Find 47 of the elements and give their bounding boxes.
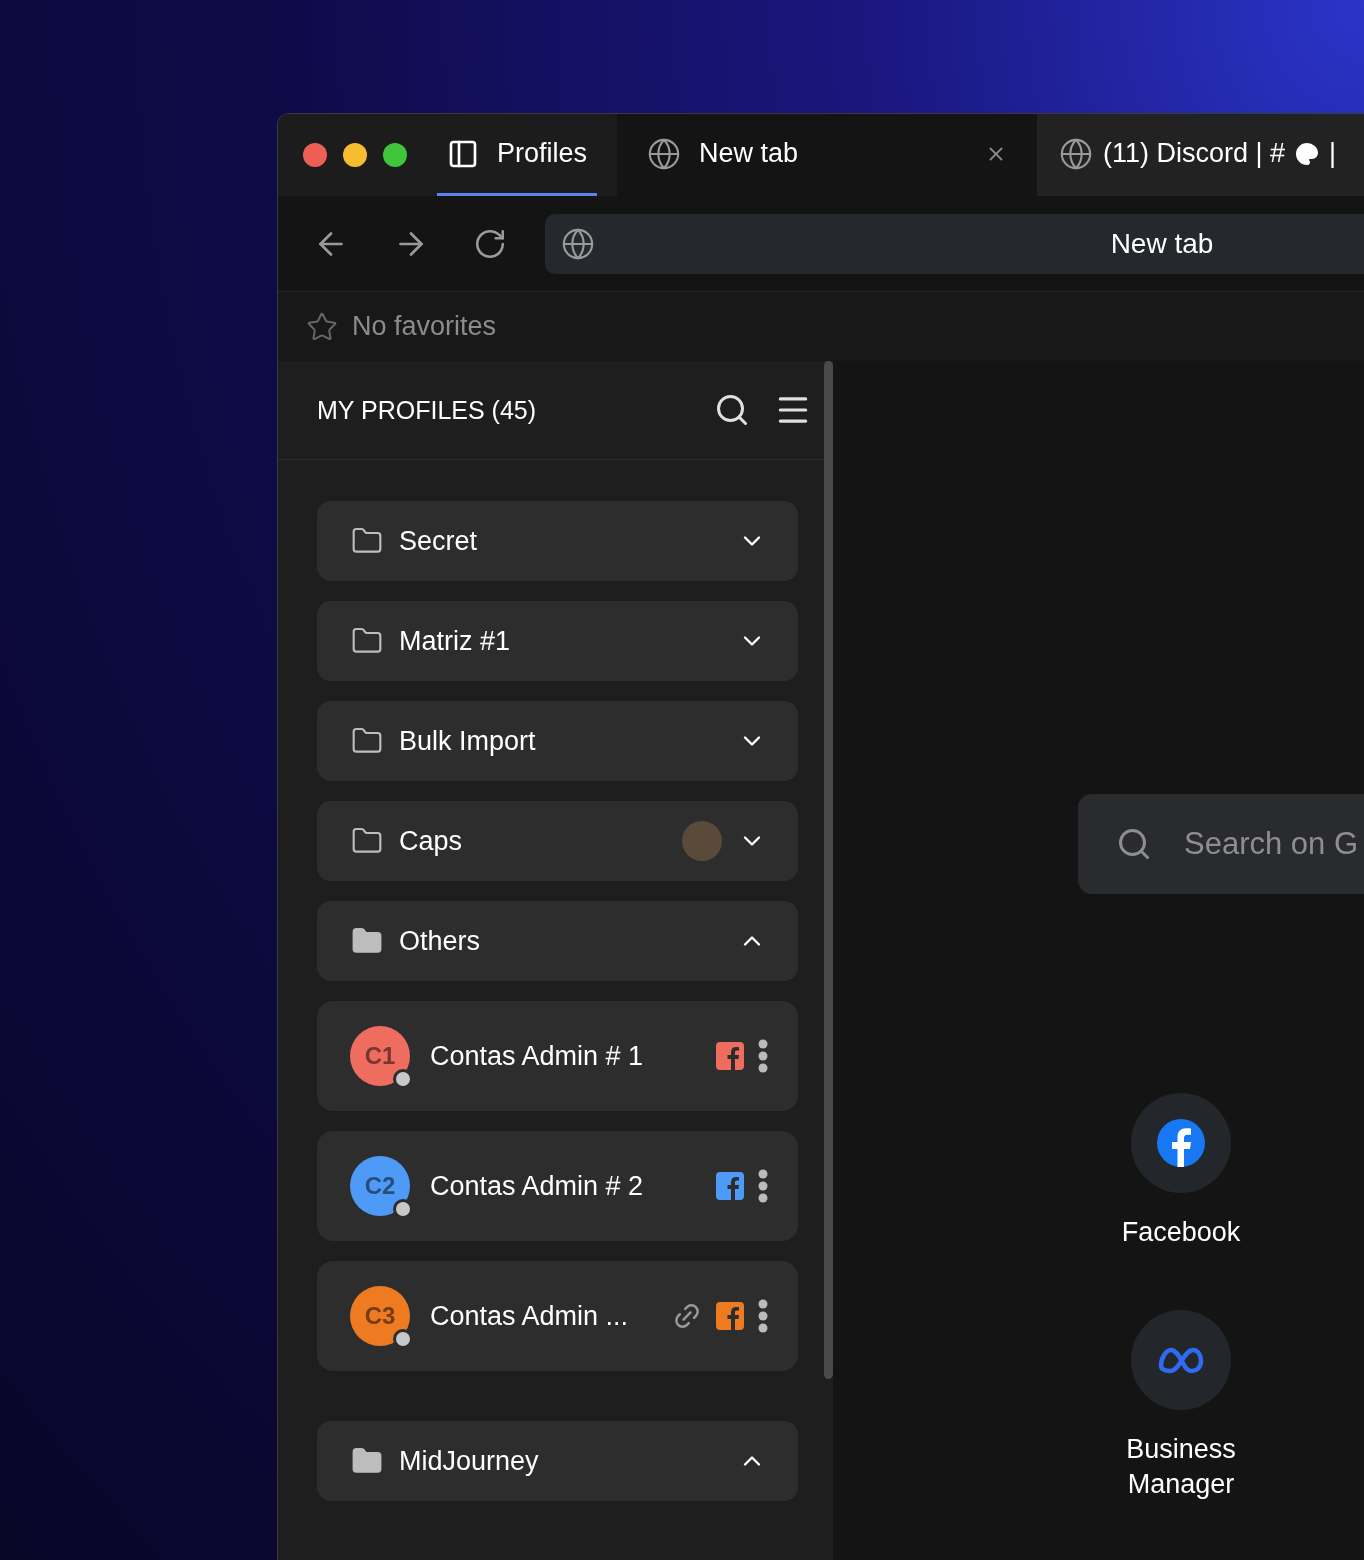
globe-icon	[561, 226, 595, 261]
more-button[interactable]	[758, 1299, 768, 1333]
profile-avatar: C1	[350, 1026, 410, 1086]
more-button[interactable]	[758, 1169, 768, 1203]
scrollbar-thumb[interactable]	[824, 361, 833, 1379]
folder-row[interactable]: Bulk Import	[317, 701, 798, 781]
tab-title: New tab	[699, 138, 800, 169]
profile-name: Contas Admin # 2	[430, 1170, 645, 1202]
close-window-button[interactable]	[303, 143, 327, 167]
shortcut-link[interactable]: Facebook	[1101, 1093, 1261, 1251]
profile-name: Contas Admin # 1	[430, 1040, 645, 1072]
star-icon	[306, 310, 338, 343]
search-field[interactable]: Search on G	[1182, 825, 1364, 863]
folder-row[interactable]: Secret	[317, 501, 798, 581]
profile-row[interactable]: C1 Contas Admin # 1	[317, 1001, 798, 1111]
browser-tab[interactable]: Profiles	[437, 114, 597, 196]
minimize-window-button[interactable]	[343, 143, 367, 167]
facebook-icon	[716, 1302, 744, 1330]
folder-row[interactable]: Matriz #1	[317, 601, 798, 681]
facebook-icon	[716, 1172, 744, 1200]
tab-title: Profiles	[496, 138, 587, 169]
shortcut-link[interactable]: Business Manager	[1101, 1310, 1261, 1503]
folder-row[interactable]: MidJourney	[317, 1421, 798, 1501]
tab-title: |	[1329, 138, 1337, 169]
profile-row[interactable]: C3 Contas Admin ...	[317, 1261, 798, 1371]
more-button[interactable]	[758, 1039, 768, 1073]
profile-avatar: C3	[350, 1286, 410, 1346]
facebook-icon	[1157, 1119, 1205, 1167]
palette-icon	[1295, 141, 1320, 166]
globe-icon	[1059, 136, 1093, 171]
sidebar-title: MY PROFILES (45)	[317, 395, 538, 425]
search-icon	[1116, 826, 1152, 862]
browser-tab[interactable]: (11) Discord | # |	[1037, 114, 1364, 196]
folder-row[interactable]: Caps	[317, 801, 798, 881]
browser-tab[interactable]: New tab	[617, 114, 1037, 196]
zoom-window-button[interactable]	[383, 143, 407, 167]
profile-row[interactable]: C2 Contas Admin # 2	[317, 1131, 798, 1241]
address-bar[interactable]: New tab	[545, 213, 1364, 274]
folder-row[interactable]: Others	[317, 901, 798, 981]
search-button[interactable]	[714, 392, 750, 428]
profile-name: Contas Admin ...	[430, 1300, 630, 1332]
facebook-icon	[716, 1042, 744, 1070]
globe-icon	[647, 136, 681, 171]
favorites-empty-text: No favorites	[352, 311, 497, 342]
tab-title: (11) Discord | #	[1103, 138, 1286, 169]
infinity-icon	[1157, 1346, 1205, 1375]
profile-avatar: C2	[350, 1156, 410, 1216]
